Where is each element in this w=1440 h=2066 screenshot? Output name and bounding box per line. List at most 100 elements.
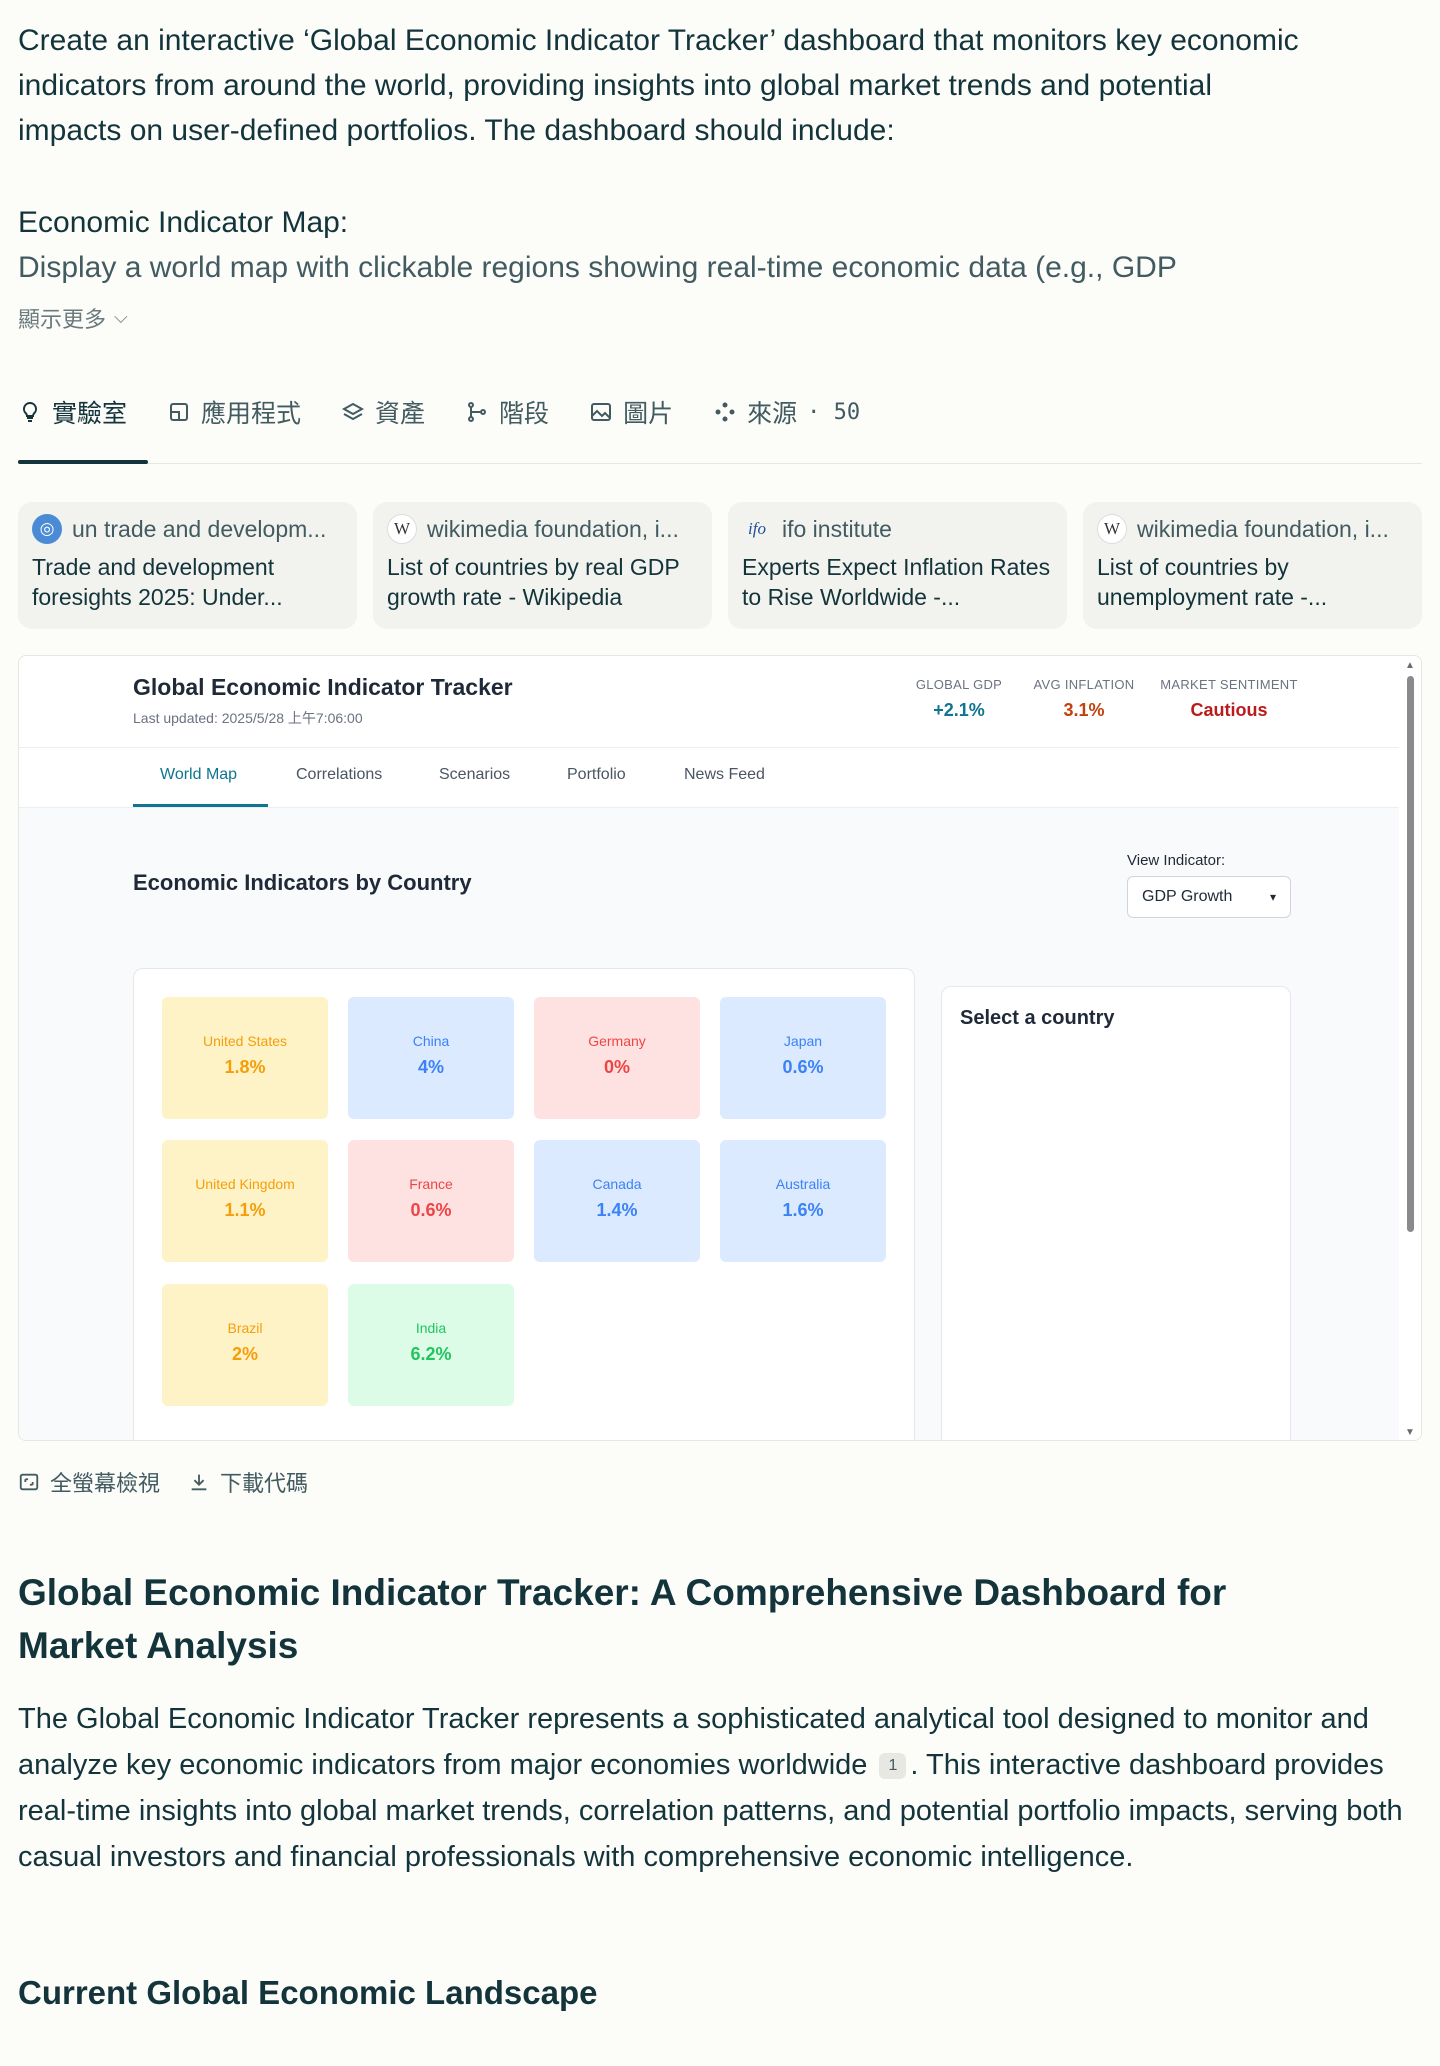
country-value: 6.2% — [410, 1344, 452, 1364]
country-card-canada[interactable]: Canada 1.4% — [534, 1140, 700, 1262]
source-card[interactable]: ◎ un trade and developm... Trade and dev… — [18, 502, 357, 629]
tab-apps[interactable]: 應用程式 — [167, 390, 301, 434]
country-name: United States — [202, 1033, 288, 1049]
answer-body: The Global Economic Indicator Tracker re… — [18, 1696, 1422, 1880]
prompt-text: Create an interactive ‘Global Economic I… — [18, 24, 1299, 147]
tab-steps[interactable]: 階段 — [465, 390, 549, 434]
scroll-down-arrow-icon[interactable]: ▼ — [1405, 1427, 1415, 1438]
tab-label: 應用程式 — [201, 400, 302, 428]
show-more-label: 顯示更多 — [18, 307, 107, 332]
country-card-india[interactable]: India 6.2% — [348, 1284, 514, 1406]
nav-scenarios[interactable]: Scenarios — [439, 766, 510, 784]
image-icon — [591, 403, 612, 421]
stat-label: AVG INFLATION — [1033, 677, 1135, 692]
lightbulb-icon — [22, 401, 38, 422]
prompt-heading: Economic Indicator Map: — [18, 206, 349, 239]
chevron-down-icon: ▾ — [1269, 890, 1276, 904]
tab-assets[interactable]: 資產 — [341, 390, 425, 434]
country-value: 0.6% — [410, 1200, 452, 1220]
indicator-select-value: GDP Growth — [1142, 888, 1233, 905]
result-tabs: 實驗室 應用程式 資產 階段 圖片 來源 · 50 — [18, 390, 1422, 464]
stat-value: 3.1% — [1063, 700, 1105, 720]
source-title: List of countries by unemployment rate -… — [1097, 554, 1328, 610]
scroll-up-arrow-icon[interactable]: ▲ — [1405, 660, 1415, 671]
tab-label: 階段 — [499, 400, 550, 428]
tab-lab[interactable]: 實驗室 — [18, 390, 127, 434]
country-value: 1.4% — [596, 1200, 638, 1220]
scroll-thumb[interactable] — [1407, 676, 1414, 1232]
fullscreen-icon — [19, 1473, 39, 1491]
country-name: France — [409, 1176, 453, 1192]
tab-sources[interactable]: 來源 · 50 — [713, 390, 860, 434]
nav-correlations[interactable]: Correlations — [296, 766, 382, 784]
sources-count: · 50 — [807, 399, 861, 425]
stat-label: MARKET SENTIMENT — [1160, 677, 1298, 692]
active-nav-indicator — [133, 804, 268, 807]
indicator-select[interactable]: GDP Growth ▾ — [1127, 876, 1291, 918]
layers-icon — [341, 402, 365, 421]
section-subheading: Current Global Economic Landscape — [18, 1974, 598, 2011]
un-globe-icon: ◎ — [32, 514, 62, 544]
app-preview: Global Economic Indicator Tracker Last u… — [18, 655, 1422, 1441]
country-name: Japan — [783, 1033, 823, 1049]
country-card-japan[interactable]: Japan 0.6% — [720, 997, 886, 1119]
nav-news-feed[interactable]: News Feed — [684, 766, 765, 784]
country-card-australia[interactable]: Australia 1.6% — [720, 1140, 886, 1262]
download-code-button[interactable]: 下載代碼 — [188, 1466, 308, 1498]
tab-images[interactable]: 圖片 — [589, 390, 673, 434]
prompt-more-text: Display a world map with clickable regio… — [18, 251, 1177, 284]
chevron-down-icon: ⌵ — [114, 306, 128, 327]
view-indicator-label: View Indicator: — [1127, 852, 1226, 869]
country-grid: United States 1.8% China 4% Germany 0% J… — [133, 968, 915, 1440]
app-body: Economic Indicators by Country View Indi… — [19, 808, 1399, 1440]
country-value: 1.8% — [224, 1057, 266, 1077]
download-icon — [191, 1474, 207, 1491]
active-tab-indicator — [18, 460, 148, 464]
source-title: Trade and development foresights 2025: U… — [32, 554, 283, 610]
tab-label: 來源 — [747, 400, 798, 428]
country-name: United Kingdom — [195, 1176, 295, 1192]
country-value: 2% — [231, 1344, 258, 1364]
fullscreen-label: 全螢幕檢視 — [50, 1471, 161, 1496]
citation-badge[interactable]: 1 — [879, 1753, 907, 1780]
nav-world-map[interactable]: World Map — [160, 766, 237, 784]
source-site: ifo institute — [782, 515, 892, 542]
country-card-france[interactable]: France 0.6% — [348, 1140, 514, 1262]
show-more-button[interactable]: 顯示更多 ⌵ — [18, 302, 128, 334]
source-site: wikimedia foundation, i... — [1137, 515, 1389, 542]
detail-title: Select a country — [960, 1007, 1115, 1029]
stat-global-gdp: GLOBAL GDP +2.1% — [899, 677, 1019, 721]
source-title: Experts Expect Inflation Rates to Rise W… — [742, 554, 1051, 610]
app-title: Global Economic Indicator Tracker — [133, 674, 513, 700]
wikipedia-icon: W — [1097, 514, 1127, 544]
stat-value: +2.1% — [933, 700, 985, 720]
source-title: List of countries by real GDP growth rat… — [387, 554, 680, 610]
answer-title: Global Economic Indicator Tracker: A Com… — [18, 1572, 1227, 1666]
fullscreen-button[interactable]: 全螢幕檢視 — [18, 1466, 160, 1498]
tab-label: 資產 — [375, 400, 426, 428]
country-card-united-kingdom[interactable]: United Kingdom 1.1% — [162, 1140, 328, 1262]
country-name: Australia — [775, 1176, 831, 1192]
source-site: wikimedia foundation, i... — [427, 515, 679, 542]
country-card-brazil[interactable]: Brazil 2% — [162, 1284, 328, 1406]
source-card[interactable]: W wikimedia foundation, i... List of cou… — [1083, 502, 1422, 629]
ifo-logo-icon: ifo — [748, 519, 766, 538]
stat-avg-inflation: AVG INFLATION 3.1% — [1024, 677, 1144, 721]
country-value: 0% — [603, 1057, 630, 1077]
country-card-china[interactable]: China 4% — [348, 997, 514, 1119]
country-card-germany[interactable]: Germany 0% — [534, 997, 700, 1119]
wikipedia-icon: W — [387, 514, 417, 544]
country-card-united-states[interactable]: United States 1.8% — [162, 997, 328, 1119]
tab-label: 圖片 — [623, 400, 674, 428]
country-detail-panel: Select a country — [941, 986, 1291, 1440]
app-header: Global Economic Indicator Tracker Last u… — [19, 656, 1399, 748]
stat-value: Cautious — [1190, 700, 1268, 720]
nav-portfolio[interactable]: Portfolio — [567, 766, 626, 784]
country-value: 1.6% — [782, 1200, 824, 1220]
section-title: Economic Indicators by Country — [133, 870, 472, 895]
source-card[interactable]: ifo ifo institute Experts Expect Inflati… — [728, 502, 1067, 629]
preview-actions: 全螢幕檢視 下載代碼 — [18, 1466, 308, 1498]
last-updated: Last updated: 2025/5/28 上午7:06:00 — [133, 710, 363, 726]
source-card[interactable]: W wikimedia foundation, i... List of cou… — [373, 502, 712, 629]
app-scrollbar[interactable]: ▲ ▼ — [1399, 656, 1421, 1440]
